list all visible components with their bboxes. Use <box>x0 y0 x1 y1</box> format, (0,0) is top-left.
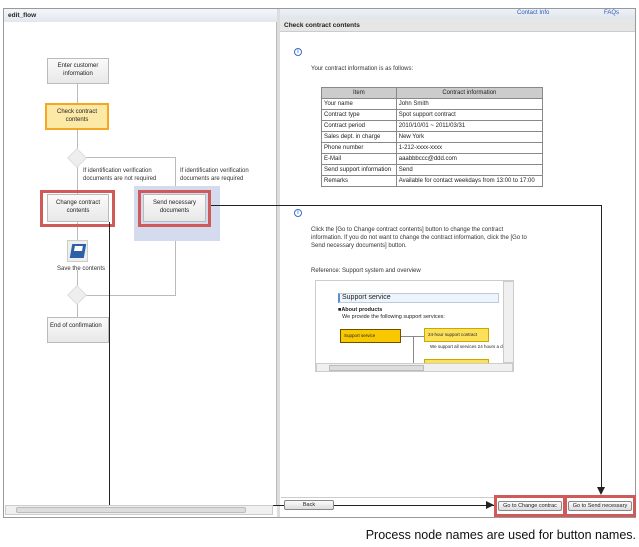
table-row: Your name John Smith <box>321 98 544 110</box>
table-row: Sales dept. in charge New York <box>321 131 544 143</box>
col-header: Item <box>321 87 397 99</box>
reference-vertical-scrollbar[interactable] <box>503 281 513 363</box>
reference-text: Reference: Support system and overview <box>311 268 421 274</box>
condition-not-required: If identification verification documents… <box>83 168 157 183</box>
highlight-change-node <box>40 190 115 227</box>
page-title: Check contract contents <box>280 19 635 32</box>
reference-image: Support service ■About products We provi… <box>315 280 514 372</box>
instruction-text: Click the [Go to Change contract content… <box>311 227 527 250</box>
left-pane-title: edit_flow <box>4 9 277 22</box>
table-row: Contract period 2010/10/01 ~ 2011/03/31 <box>321 120 544 132</box>
intro-text: Your contract information is as follows: <box>311 66 414 72</box>
highlight-send-node <box>138 190 211 227</box>
info-icon: i <box>294 209 302 217</box>
flow-pane <box>4 22 277 505</box>
back-button[interactable]: Back <box>284 500 334 510</box>
condition-required: If identification verification documents… <box>180 168 249 183</box>
col-header: Contract information <box>395 87 544 99</box>
info-icon: i <box>294 48 302 56</box>
table-row: Contract type Spot support contract <box>321 109 544 121</box>
contact-info-link[interactable]: Contact Info <box>517 10 549 16</box>
highlight-send-button <box>564 495 636 517</box>
top-nav: Contact Info FAQs <box>280 9 635 19</box>
flow-node-enter-customer-information[interactable]: Enter customer information <box>47 58 109 84</box>
table-row: Send support information Send <box>321 164 544 176</box>
table-row: Phone number 1-212-xxxx-xxxx <box>321 142 544 154</box>
save-icon[interactable] <box>67 240 88 262</box>
faqs-link[interactable]: FAQs <box>604 10 619 16</box>
flow-node-end-of-confirmation[interactable]: End of confirmation <box>47 317 109 343</box>
contract-table: Item Contract information Your name John S… <box>321 87 544 187</box>
flow-horizontal-scrollbar[interactable] <box>5 505 273 515</box>
save-label: Save the contents <box>57 266 106 272</box>
reference-horizontal-scrollbar[interactable] <box>316 363 513 371</box>
table-row: Remarks Available for contact weekdays fr… <box>321 175 544 187</box>
table-row: E-Mail aaabbbccc@ddd.com <box>321 153 544 165</box>
caption: Process node names are used for button n… <box>365 528 636 542</box>
highlight-change-button <box>494 495 566 517</box>
pane-splitter[interactable] <box>277 9 280 517</box>
flow-node-check-contract-contents[interactable]: Check contract contents <box>45 103 109 130</box>
